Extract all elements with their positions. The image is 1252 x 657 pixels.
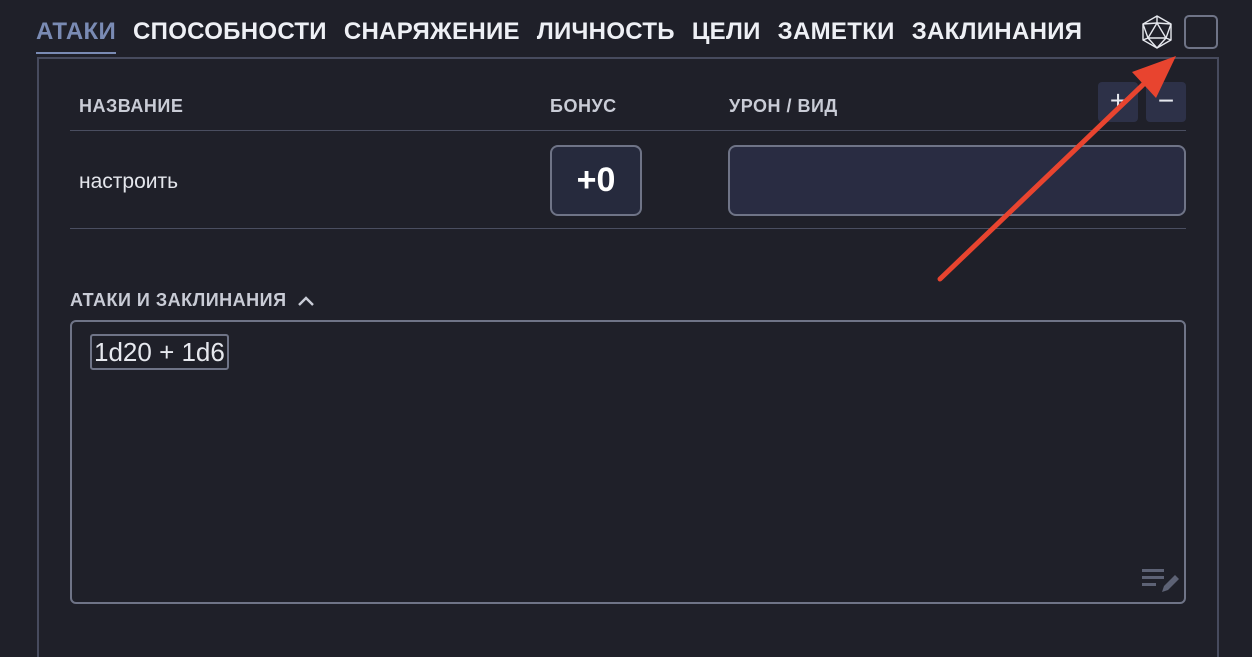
tab-notes[interactable]: ЗАМЕТКИ — [778, 18, 895, 52]
edit-notes-icon[interactable] — [1140, 565, 1180, 597]
tab-spells[interactable]: ЗАКЛИНАНИЯ — [912, 18, 1083, 52]
d20-die-icon[interactable] — [1139, 14, 1175, 50]
add-attack-button[interactable]: + — [1098, 82, 1138, 122]
tab-personality[interactable]: ЛИЧНОСТЬ — [537, 18, 675, 52]
tab-goals[interactable]: ЦЕЛИ — [692, 18, 761, 52]
chevron-up-icon — [297, 295, 314, 306]
attack-bonus-button[interactable]: +0 — [550, 145, 642, 216]
tab-equipment[interactable]: СНАРЯЖЕНИЕ — [344, 18, 520, 52]
header-divider — [70, 130, 1186, 131]
notes-textarea[interactable] — [70, 320, 1186, 604]
section-title: АТАКИ И ЗАКЛИНАНИЯ — [70, 290, 287, 310]
tab-bar: АТАКИ СПОСОБНОСТИ СНАРЯЖЕНИЕ ЛИЧНОСТЬ ЦЕ… — [36, 18, 1099, 58]
dice-roll-chip[interactable]: 1d20 + 1d6 — [90, 334, 229, 370]
tab-attacks[interactable]: АТАКИ — [36, 18, 117, 54]
column-header-damage: УРОН / ВИД — [729, 96, 838, 116]
column-header-name: НАЗВАНИЕ — [79, 96, 184, 116]
attack-damage-field[interactable] — [728, 145, 1186, 216]
column-header-bonus: БОНУС — [550, 96, 617, 116]
tab-abilities[interactable]: СПОСОБНОСТИ — [133, 18, 327, 52]
section-toggle[interactable]: АТАКИ И ЗАКЛИНАНИЯ — [70, 290, 315, 311]
attack-name-cell[interactable]: настроить — [79, 170, 178, 194]
remove-attack-button[interactable]: − — [1146, 82, 1186, 122]
toggle-checkbox[interactable] — [1184, 15, 1218, 49]
row-divider — [70, 228, 1186, 229]
